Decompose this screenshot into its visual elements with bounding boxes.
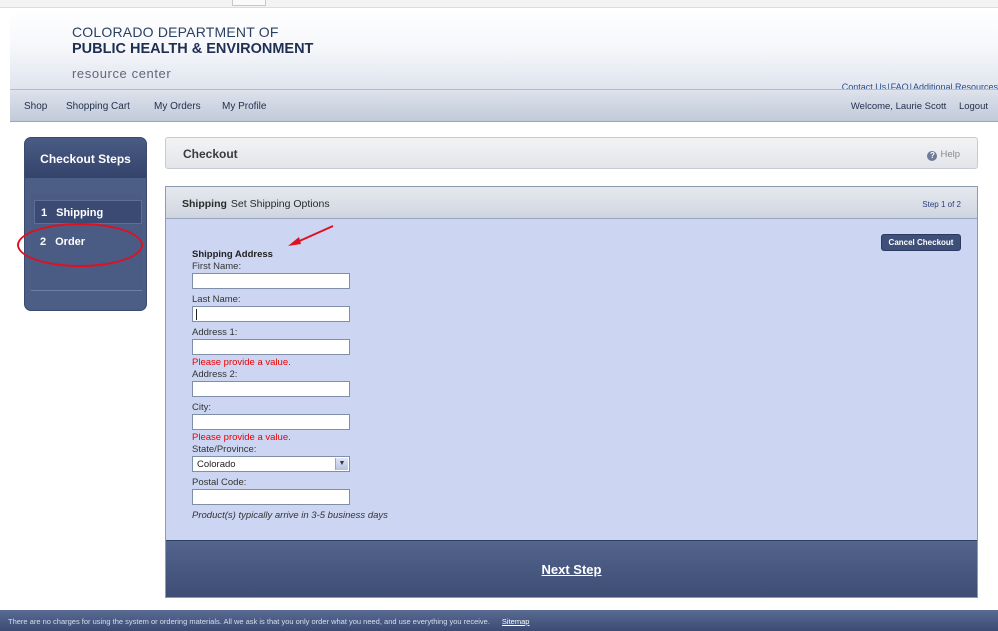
address1-error: Please provide a value. [192, 357, 291, 368]
panel-header: Shipping Set Shipping Options Step 1 of 2 [166, 187, 977, 219]
nav-user-area: Welcome, Laurie Scott Logout [851, 101, 988, 112]
delivery-note: Product(s) typically arrive in 3-5 busin… [192, 510, 388, 521]
brand-line-3: resource center [72, 66, 172, 81]
checkout-steps-title: Checkout Steps [25, 138, 146, 178]
nav-shop[interactable]: Shop [24, 101, 47, 112]
state-label: State/Province: [192, 444, 257, 455]
city-error: Please provide a value. [192, 432, 291, 443]
state-value: Colorado [197, 459, 236, 470]
text-caret [196, 309, 197, 320]
browser-top-strip [0, 0, 998, 8]
first-name-field[interactable] [192, 273, 350, 289]
annotation-ellipse [17, 223, 143, 267]
panel-title: Shipping Set Shipping Options [182, 198, 330, 210]
address1-label: Address 1: [192, 327, 238, 338]
step-indicator: Step 1 of 2 [922, 200, 961, 209]
checkout-title-bar: Checkout ? Help [165, 137, 978, 169]
shipping-address-heading: Shipping Address [192, 249, 273, 260]
step-number: 1 [41, 207, 48, 219]
panel-title-bold: Shipping [182, 198, 227, 210]
help-label: Help [940, 149, 960, 160]
nav-my-profile[interactable]: My Profile [222, 101, 266, 112]
site-footer: There are no charges for using the syste… [0, 610, 998, 631]
step-shipping[interactable]: 1 Shipping [34, 200, 142, 224]
cancel-checkout-button[interactable]: Cancel Checkout [881, 234, 961, 251]
page-title: Checkout [183, 147, 238, 161]
sitemap-link[interactable]: Sitemap [502, 617, 530, 626]
site-header: COLORADO DEPARTMENT OF PUBLIC HEALTH & E… [10, 9, 998, 92]
address2-field[interactable] [192, 381, 350, 397]
chevron-down-icon[interactable]: ▼ [335, 458, 348, 470]
postal-code-field[interactable] [192, 489, 350, 505]
first-name-label: First Name: [192, 261, 242, 272]
last-name-label: Last Name: [192, 294, 241, 305]
city-field[interactable] [192, 414, 350, 430]
logout-link[interactable]: Logout [959, 101, 988, 112]
address1-field[interactable] [192, 339, 350, 355]
tab-nub [232, 0, 266, 6]
step-label: Shipping [56, 207, 104, 219]
panel-title-rest: Set Shipping Options [230, 198, 330, 210]
brand-line-2: PUBLIC HEALTH & ENVIRONMENT [72, 41, 314, 57]
last-name-field[interactable] [192, 306, 350, 322]
welcome-text: Welcome, Laurie Scott [850, 101, 947, 112]
shipping-form: Shipping Address First Name: Last Name: … [192, 249, 512, 521]
help-link[interactable]: ? Help [927, 149, 960, 161]
address2-label: Address 2: [192, 369, 238, 380]
annotation-arrow [288, 225, 334, 246]
main-nav: Shop Shopping Cart My Orders My Profile … [10, 89, 998, 122]
state-select[interactable]: Colorado ▼ [192, 456, 350, 472]
next-step-button[interactable]: Next Step [166, 562, 977, 577]
footer-text: There are no charges for using the syste… [8, 617, 490, 626]
brand-line-1: COLORADO DEPARTMENT OF [72, 24, 279, 40]
footer-text-wrap: There are no charges for using the syste… [8, 617, 529, 626]
nav-shopping-cart[interactable]: Shopping Cart [66, 101, 130, 112]
nav-my-orders[interactable]: My Orders [154, 101, 201, 112]
help-icon: ? [927, 151, 938, 161]
postal-code-label: Postal Code: [192, 477, 247, 488]
city-label: City: [192, 402, 211, 413]
next-step-bar: Next Step [166, 540, 977, 597]
